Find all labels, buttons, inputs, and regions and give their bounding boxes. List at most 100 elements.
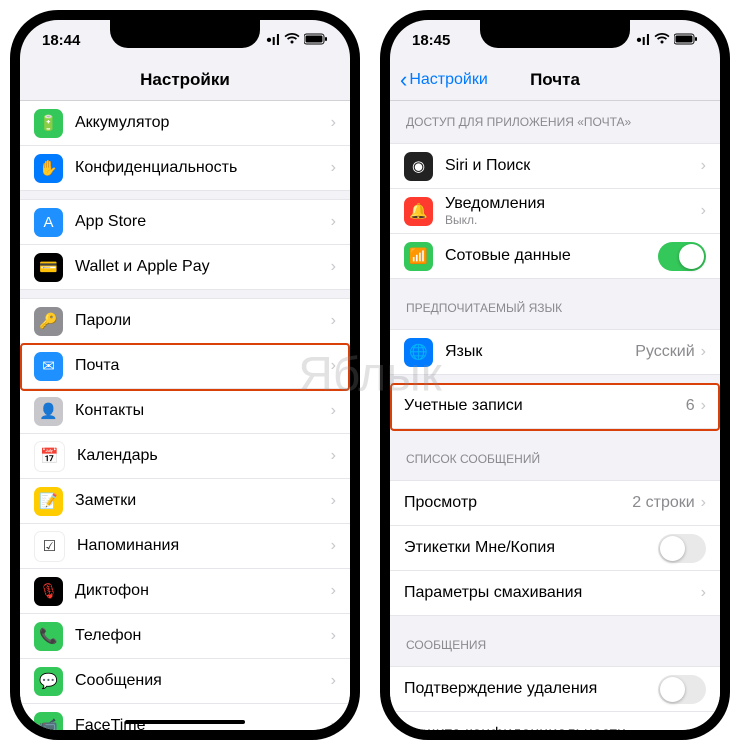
row-preview[interactable]: Просмотр2 строки › <box>390 481 720 526</box>
group-apps: 🔑Пароли› ✉Почта› 👤Контакты› 📅Календарь› … <box>20 298 350 730</box>
row-phone[interactable]: 📞Телефон› <box>20 614 350 659</box>
siri-icon: ◉ <box>404 152 433 181</box>
row-label: App Store <box>75 213 331 231</box>
row-label: Уведомления <box>445 195 701 213</box>
row-siri[interactable]: ◉Siri и Поиск› <box>390 144 720 189</box>
row-battery[interactable]: 🔋Аккумулятор› <box>20 101 350 146</box>
notes-icon: 📝 <box>34 487 63 516</box>
group-accounts: Учетные записи6 › <box>390 383 720 430</box>
chevron-icon: › <box>331 258 336 276</box>
passwords-icon: 🔑 <box>34 307 63 336</box>
chevron-icon: › <box>331 312 336 330</box>
row-label: Почта <box>75 357 331 375</box>
row-privacy[interactable]: ✋Конфиденциальность› <box>20 146 350 190</box>
row-passwords[interactable]: 🔑 Пароли› <box>20 299 350 344</box>
row-label: Аккумулятор <box>75 114 331 132</box>
privacy-icon: ✋ <box>34 154 63 183</box>
row-notifications[interactable]: 🔔УведомленияВыкл.› <box>390 189 720 234</box>
row-value: 2 строки <box>632 494 694 512</box>
notch <box>110 20 260 48</box>
row-swipe[interactable]: Параметры смахивания› <box>390 571 720 615</box>
notch <box>480 20 630 48</box>
nav-bar: Настройки <box>20 60 350 101</box>
tocc-toggle[interactable] <box>658 534 706 563</box>
row-label: Просмотр <box>404 494 632 512</box>
chevron-icon: › <box>331 447 336 465</box>
phone-left: 18:44 •ıl Настройки 🔋 Аккумулятор › ✋Конфи… <box>10 10 360 740</box>
chevron-icon: › <box>701 494 706 512</box>
chevron-icon: › <box>331 717 336 730</box>
row-language[interactable]: 🌐ЯзыкРусский› <box>390 330 720 374</box>
status-time: 18:44 <box>42 32 80 49</box>
contacts-icon: 👤 <box>34 397 63 426</box>
row-label: Siri и Поиск <box>445 157 701 175</box>
phone-icon: 📞 <box>34 622 63 651</box>
row-cellular: 📶 Сотовые данные <box>390 234 720 278</box>
row-privacy-protection[interactable]: Защита конфиденциальности› <box>390 712 720 730</box>
chevron-icon: › <box>331 672 336 690</box>
battery-icon <box>674 32 698 49</box>
row-value: Русский <box>635 343 694 361</box>
calendar-icon: 📅 <box>34 441 65 472</box>
reminders-icon: ☑ <box>34 531 65 562</box>
battery-icon <box>304 32 328 49</box>
section-header-access: ДОСТУП ДЛЯ ПРИЛОЖЕНИЯ «ПОЧТА» <box>390 101 720 135</box>
row-value: 6 <box>686 397 695 415</box>
home-indicator[interactable] <box>125 720 245 724</box>
row-facetime[interactable]: 📹FaceTime› <box>20 704 350 730</box>
cellular-toggle[interactable] <box>658 242 706 271</box>
chevron-icon: › <box>701 202 706 220</box>
row-mail[interactable]: ✉Почта› <box>20 344 350 389</box>
signal-icon: •ıl <box>636 32 650 49</box>
phone-right: 18:45 •ıl ‹Настройки Почта ДОСТУП ДЛЯ ПР… <box>380 10 730 740</box>
section-header-messages: СООБЩЕНИЯ <box>390 624 720 658</box>
row-label: Подтверждение удаления <box>404 680 658 698</box>
row-label: Wallet и Apple Pay <box>75 258 331 276</box>
chevron-icon: › <box>331 402 336 420</box>
row-label: Сотовые данные <box>445 247 658 265</box>
row-label: Напоминания <box>77 537 331 555</box>
chevron-icon: › <box>331 582 336 600</box>
row-appstore[interactable]: AApp Store› <box>20 200 350 245</box>
row-label: Этикетки Мне/Копия <box>404 539 658 557</box>
row-label: Календарь <box>77 447 331 465</box>
group-store-wallet: AApp Store› 💳 Wallet и Apple Pay› <box>20 199 350 290</box>
row-notes[interactable]: 📝Заметки› <box>20 479 350 524</box>
row-label: Диктофон <box>75 582 331 600</box>
group-access: ◉ Siri и Поиск › 🔔УведомленияВыкл.› 📶 Сотов… <box>390 143 720 279</box>
group-messagelist: Просмотр2 строки › Этикетки Мне/Копия Пар… <box>390 480 720 616</box>
row-accounts[interactable]: Учетные записи6 › <box>390 384 720 429</box>
row-tocc-labels: Этикетки Мне/Копия <box>390 526 720 571</box>
chevron-icon: › <box>701 397 706 415</box>
chevron-icon: › <box>701 343 706 361</box>
row-messages[interactable]: 💬Сообщения› <box>20 659 350 704</box>
battery-glyph-icon: 🔋 <box>34 109 63 138</box>
row-label: Параметры смахивания <box>404 584 701 602</box>
row-label: Пароли <box>75 312 331 330</box>
mail-icon: ✉ <box>34 352 63 381</box>
group-messages: Подтверждение удаления Защита конфиденци… <box>390 666 720 730</box>
group-language: 🌐ЯзыкРусский› <box>390 329 720 375</box>
row-calendar[interactable]: 📅 Календарь› <box>20 434 350 479</box>
row-reminders[interactable]: ☑ Напоминания› <box>20 524 350 569</box>
row-label: Контакты <box>75 402 331 420</box>
language-icon: 🌐 <box>404 338 433 367</box>
row-sublabel: Выкл. <box>445 213 701 227</box>
wallet-icon: 💳 <box>34 253 63 282</box>
confirm-delete-toggle[interactable] <box>658 675 706 704</box>
signal-icon: •ıl <box>266 32 280 49</box>
row-voicememos[interactable]: 🎙Диктофон› <box>20 569 350 614</box>
nav-bar: ‹Настройки Почта <box>390 60 720 101</box>
nav-back-button[interactable]: ‹Настройки <box>400 67 488 93</box>
nav-back-label: Настройки <box>409 71 487 89</box>
row-label: Телефон <box>75 627 331 645</box>
section-header-messagelist: СПИСОК СООБЩЕНИЙ <box>390 438 720 472</box>
wifi-icon <box>654 32 670 49</box>
row-label: Защита конфиденциальности <box>404 725 701 730</box>
row-wallet[interactable]: 💳 Wallet и Apple Pay› <box>20 245 350 289</box>
row-contacts[interactable]: 👤 Контакты› <box>20 389 350 434</box>
wifi-icon <box>284 32 300 49</box>
cellular-icon: 📶 <box>404 242 433 271</box>
chevron-icon: › <box>331 537 336 555</box>
row-label: Учетные записи <box>404 397 686 415</box>
